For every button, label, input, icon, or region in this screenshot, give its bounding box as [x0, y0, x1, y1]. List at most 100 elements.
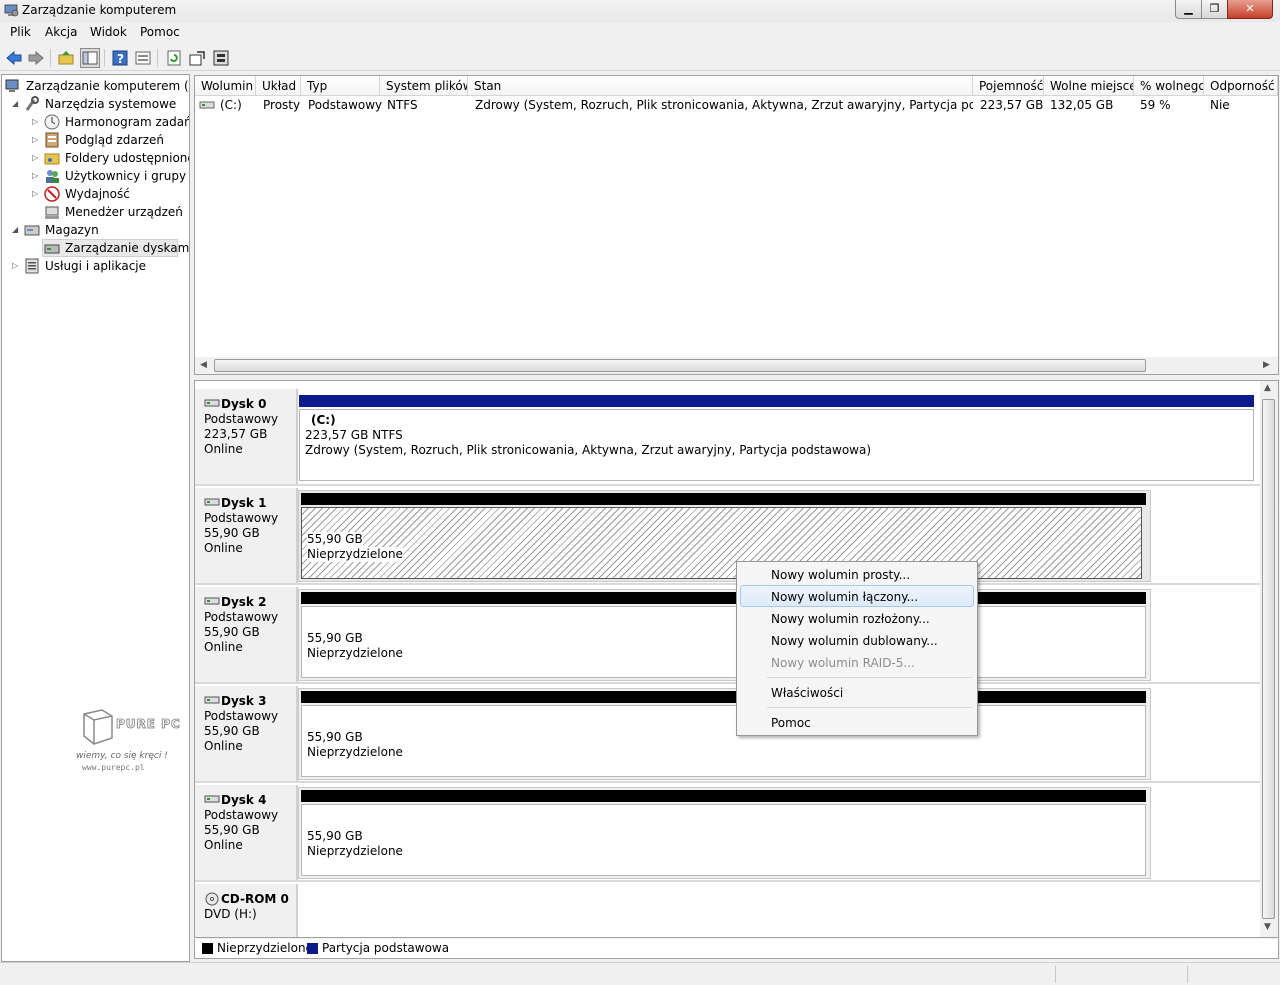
- properties-icon[interactable]: [133, 48, 153, 68]
- minimize-button[interactable]: ▁: [1175, 0, 1202, 19]
- partition-unallocated[interactable]: 55,90 GB Nieprzydzielone: [298, 589, 1151, 681]
- menu-item-new-raid5-volume[interactable]: Nowy wolumin RAID-5...: [740, 651, 974, 673]
- menu-view[interactable]: Widok: [90, 25, 127, 39]
- disk-size: 223,57 GB: [204, 427, 268, 441]
- window-title: Zarządzanie komputerem: [22, 3, 177, 17]
- up-folder-icon[interactable]: [56, 48, 76, 68]
- column-fault-tolerance[interactable]: Odporność n: [1204, 76, 1278, 96]
- partition-unallocated[interactable]: 55,90 GB Nieprzydzielone: [298, 787, 1151, 879]
- show-hide-tree-icon[interactable]: [80, 48, 100, 68]
- scroll-up-icon[interactable]: ▲: [1264, 383, 1271, 393]
- expanded-arrow-icon[interactable]: ◢: [12, 225, 20, 235]
- export-icon[interactable]: [187, 48, 207, 68]
- scroll-thumb[interactable]: [1262, 399, 1275, 919]
- primary-partition-swatch: [307, 943, 318, 954]
- disk-label[interactable]: Dysk 2 Podstawowy 55,90 GB Online: [195, 587, 298, 682]
- column-type[interactable]: Typ: [301, 76, 380, 96]
- scroll-down-icon[interactable]: ▼: [1264, 922, 1271, 932]
- disk-state: Online: [204, 739, 243, 753]
- column-percent-free[interactable]: % wolnego: [1134, 76, 1204, 96]
- scroll-left-icon[interactable]: ◀: [200, 360, 207, 370]
- disk-size: 55,90 GB: [204, 823, 260, 837]
- users-icon: [44, 168, 60, 184]
- legend-primary: Partycja podstawowa: [322, 941, 450, 955]
- partition-size: 55,90 GB: [307, 532, 363, 547]
- menu-item-properties[interactable]: Właściwości: [740, 681, 974, 703]
- disk-icon: [204, 496, 220, 512]
- tree-item-disk-management[interactable]: Zarządzanie dyskami: [42, 239, 189, 257]
- disk-state: Online: [204, 640, 243, 654]
- menu-item-help[interactable]: Pomoc: [740, 711, 974, 733]
- partition-size-fs: 223,57 GB NTFS: [305, 428, 403, 442]
- services-icon: [24, 258, 40, 274]
- menu-item-new-mirrored-volume[interactable]: Nowy wolumin dublowany...: [740, 629, 974, 651]
- purepc-watermark: PURE PC wiemy, co się kręci ! www.purepc…: [72, 708, 182, 776]
- menu-file[interactable]: Plik: [10, 25, 31, 39]
- disk-row-2: Dysk 2 Podstawowy 55,90 GB Online 55,90 …: [195, 587, 1261, 684]
- partition-status: Nieprzydzielone: [307, 646, 403, 660]
- disk-type: Podstawowy: [204, 511, 279, 525]
- forward-icon[interactable]: [26, 48, 46, 68]
- maximize-button[interactable]: ❐: [1201, 0, 1228, 19]
- partition-unallocated-selected[interactable]: 55,90 GB Nieprzydzielone: [298, 490, 1151, 582]
- table-row[interactable]: (C:) Prosty Podstawowy NTFS Zdrowy (Syst…: [195, 97, 1278, 115]
- watermark-url: www.purepc.pl: [82, 763, 145, 772]
- collapsed-arrow-icon[interactable]: ▷: [32, 117, 40, 127]
- close-button[interactable]: ✕: [1227, 0, 1273, 19]
- back-icon[interactable]: [4, 48, 24, 68]
- tree-label: Użytkownicy i grupy lok: [65, 169, 189, 183]
- disk-label[interactable]: Dysk 0 Podstawowy 223,57 GB Online: [195, 389, 298, 484]
- column-volume[interactable]: Wolumin: [195, 76, 256, 96]
- column-capacity[interactable]: Pojemność: [973, 76, 1044, 96]
- menu-item-new-striped-volume[interactable]: Nowy wolumin rozłożony...: [740, 607, 974, 629]
- refresh-icon[interactable]: [164, 48, 184, 68]
- menu-item-new-spanned-volume[interactable]: Nowy wolumin łączony...: [740, 585, 974, 607]
- disk-label[interactable]: Dysk 4 Podstawowy 55,90 GB Online: [195, 785, 298, 880]
- menu-action[interactable]: Akcja: [45, 25, 77, 39]
- disk-label[interactable]: Dysk 3 Podstawowy 55,90 GB Online: [195, 686, 298, 781]
- menu-item-new-simple-volume[interactable]: Nowy wolumin prosty...: [740, 563, 974, 585]
- column-layout[interactable]: Układ: [256, 76, 301, 96]
- collapsed-arrow-icon[interactable]: ▷: [32, 135, 40, 145]
- cell-status: Zdrowy (System, Rozruch, Plik stronicowa…: [475, 98, 973, 112]
- menu-help[interactable]: Pomoc: [140, 25, 180, 39]
- tree-label: Narzędzia systemowe: [45, 97, 177, 111]
- disk-view-vertical-scrollbar[interactable]: ▲ ▼: [1260, 381, 1278, 937]
- disk-label[interactable]: Dysk 1 Podstawowy 55,90 GB Online: [195, 488, 298, 583]
- disk-state: Online: [204, 838, 243, 852]
- cdrom-label[interactable]: CD-ROM 0 DVD (H:): [195, 884, 298, 937]
- scroll-thumb[interactable]: [214, 359, 1146, 372]
- partition-c[interactable]: (C:) 223,57 GB NTFS Zdrowy (System, Rozr…: [299, 391, 1256, 483]
- collapsed-arrow-icon[interactable]: ▷: [32, 153, 40, 163]
- tree-label: Zarządzanie dyskami: [65, 241, 190, 255]
- collapsed-arrow-icon[interactable]: ▷: [32, 189, 40, 199]
- disk-type: Podstawowy: [204, 610, 279, 624]
- partition-status: Nieprzydzielone: [307, 745, 403, 759]
- cell-capacity: 223,57 GB: [980, 98, 1044, 112]
- partition-status: Nieprzydzielone: [307, 547, 403, 562]
- disk-row-4: Dysk 4 Podstawowy 55,90 GB Online 55,90 …: [195, 785, 1261, 882]
- column-filesystem[interactable]: System plików: [380, 76, 468, 96]
- disk-state: Online: [204, 442, 243, 456]
- collapsed-arrow-icon[interactable]: ▷: [32, 171, 40, 181]
- scroll-right-icon[interactable]: ▶: [1263, 360, 1270, 370]
- partition-unallocated[interactable]: 55,90 GB Nieprzydzielone: [298, 688, 1151, 780]
- collapsed-arrow-icon[interactable]: ▷: [12, 261, 20, 271]
- disk-management-icon: [44, 240, 60, 256]
- help-icon[interactable]: ?: [110, 48, 130, 68]
- title-bar: Zarządzanie komputerem ▁ ❐ ✕: [0, 0, 1280, 22]
- partition-size: 55,90 GB: [307, 730, 363, 744]
- cell-percent-free: 59 %: [1140, 98, 1171, 112]
- column-free-space[interactable]: Wolne miejsce: [1044, 76, 1134, 96]
- tree-label: Usługi i aplikacje: [45, 259, 147, 273]
- device-manager-icon: [44, 204, 60, 220]
- tree-label: Podgląd zdarzeń: [65, 133, 164, 147]
- partition-status: Nieprzydzielone: [307, 844, 403, 858]
- column-status[interactable]: Stan: [468, 76, 973, 96]
- settings-icon[interactable]: [211, 48, 231, 68]
- expanded-arrow-icon[interactable]: ◢: [12, 99, 20, 109]
- partition-status: Zdrowy (System, Rozruch, Plik stronicowa…: [305, 443, 872, 457]
- disk-size: 55,90 GB: [204, 724, 260, 738]
- volume-list-horizontal-scrollbar[interactable]: ◀ ▶: [195, 357, 1278, 374]
- svg-text:?: ?: [117, 52, 124, 66]
